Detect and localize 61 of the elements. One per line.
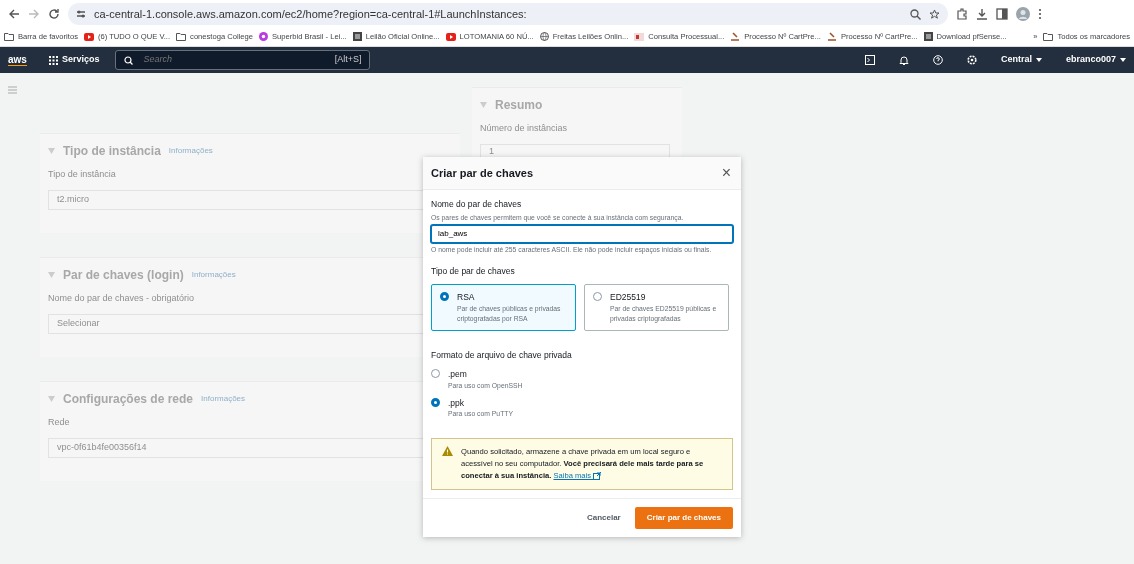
caret-icon [480,102,487,108]
dialog-title: Criar par de chaves [431,165,534,181]
field-label: Número de instâncias [480,122,568,135]
section-heading: Par de chaves (login) [63,267,184,284]
caret-icon [1035,58,1042,62]
play-icon [445,33,456,41]
search-input[interactable]: Search [141,52,292,68]
shortcut-hint: [Alt+S] [334,53,362,67]
key-name-input[interactable]: lab_aws [431,224,733,243]
site-settings-icon[interactable] [76,9,86,19]
bell-icon[interactable] [898,55,909,65]
square-logo-icon [352,32,362,42]
side-panel-icon[interactable] [996,8,1008,20]
warning-icon [442,445,453,456]
field-label: Formato de arquivo de chave privada [431,349,573,362]
search-icon [124,55,134,65]
caret-icon [48,272,55,278]
radio-button[interactable] [431,368,440,378]
help-icon[interactable] [932,55,943,65]
field-label: Nome do par de chaves [431,198,523,211]
account-menu[interactable]: ebranco007 [1065,53,1116,67]
download-icon[interactable] [976,8,988,20]
url-text: ca-central-1.console.aws.amazon.com/ec2/home?region=ca-central-1#LaunchInstances: [94,6,528,22]
terminal-icon[interactable] [864,55,875,65]
services-menu[interactable]: Serviços [61,53,100,67]
close-button[interactable]: × [719,165,733,181]
caret-icon [1120,58,1126,62]
back-arrow-icon[interactable] [8,8,20,20]
more-menu-icon[interactable] [1038,8,1042,20]
address-bar[interactable]: ca-central-1.console.aws.amazon.com/ec2/home?region=ca-central-1#LaunchInstances: [68,3,948,25]
play-icon [83,33,94,41]
field-label: Rede [48,416,70,429]
field-label: Tipo de par de chaves [431,265,516,278]
square-logo-icon [923,32,933,42]
folder-icon [176,32,187,42]
small-logo-icon [634,33,645,41]
puzzle-icon[interactable] [956,8,968,20]
section-heading: Tipo de instância [63,143,161,160]
cancel-button[interactable]: Cancelar [580,511,627,526]
field-label: Nome do par de chaves - obrigatório [48,292,195,305]
caret-icon [48,148,55,154]
radio-label[interactable]: .ppk [448,396,513,410]
settings-icon[interactable] [966,55,977,65]
circle-logo-icon [259,32,268,42]
region-menu[interactable]: Central [1000,53,1032,67]
section-heading: Resumo [495,97,543,114]
star-icon[interactable] [929,8,940,20]
caret-icon [48,396,55,402]
reload-icon[interactable] [48,8,60,20]
radio-label[interactable]: .pem [448,367,523,381]
field-label: Tipo de instância [48,168,116,181]
aws-logo[interactable]: aws [8,54,27,66]
grid-icon [48,55,58,65]
radio-button[interactable] [431,397,440,407]
external-link-icon [593,471,602,480]
folder-icon [1043,32,1054,42]
folder-icon [4,32,14,42]
globe-icon [539,32,549,42]
search-field[interactable]: Search [Alt+S] [115,50,371,70]
section-heading: Configurações de rede [63,391,194,408]
zoom-icon[interactable] [910,8,921,20]
